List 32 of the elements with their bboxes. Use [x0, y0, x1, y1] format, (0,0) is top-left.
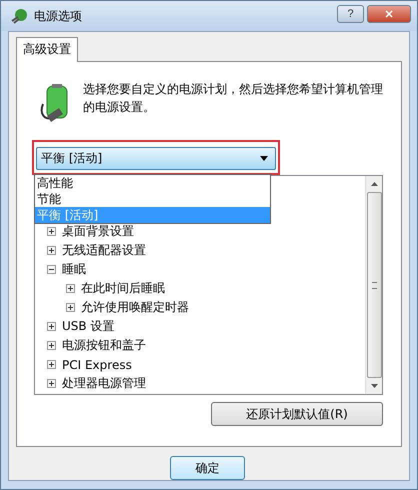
tab[interactable]: 高级设置 — [16, 37, 78, 62]
window-title: 电源选项 — [34, 8, 82, 24]
expander[interactable] — [47, 322, 56, 331]
tree-item[interactable]: PCI Express — [62, 358, 132, 372]
dropdown-option[interactable]: 节能 — [35, 191, 270, 207]
expander[interactable] — [47, 360, 56, 369]
description-text: 选择您要自定义的电源计划，然后选择您希望计算机管理的电源设置。 — [83, 81, 384, 116]
ok-button[interactable]: 确定 — [170, 456, 245, 480]
tree-item[interactable]: 处理器电源管理 — [62, 375, 146, 392]
tree-item[interactable]: USB 设置 — [62, 318, 114, 335]
plan-dropdown[interactable]: 平衡 [活动] — [36, 147, 276, 170]
tree-item[interactable]: 允许使用唤醒定时器 — [81, 299, 189, 316]
tree-item[interactable]: 桌面背景设置 — [62, 223, 134, 240]
tree-item[interactable]: 无线适配器设置 — [62, 242, 146, 259]
caret-icon — [260, 156, 268, 161]
tree-item[interactable]: 电源按钮和盖子 — [62, 337, 146, 354]
dropdown-option[interactable]: 高性能 — [35, 175, 270, 191]
expander[interactable] — [47, 227, 56, 236]
expander[interactable] — [47, 379, 56, 388]
expander[interactable] — [47, 246, 56, 255]
expander[interactable] — [47, 265, 56, 274]
tree-item[interactable]: 在此时间后睡眠 — [81, 280, 165, 297]
scroll-up-icon[interactable] — [370, 182, 378, 186]
expander[interactable] — [66, 284, 75, 293]
scrollbar[interactable] — [365, 176, 382, 394]
tree-item[interactable]: 睡眠 — [62, 261, 86, 278]
power-plug-icon — [10, 7, 28, 25]
expander[interactable] — [66, 303, 75, 312]
expander[interactable] — [47, 341, 56, 350]
scroll-down-icon[interactable] — [370, 384, 378, 388]
help-button[interactable]: ? — [337, 5, 364, 23]
restore-defaults-button[interactable]: 还原计划默认值(R) — [211, 402, 383, 426]
